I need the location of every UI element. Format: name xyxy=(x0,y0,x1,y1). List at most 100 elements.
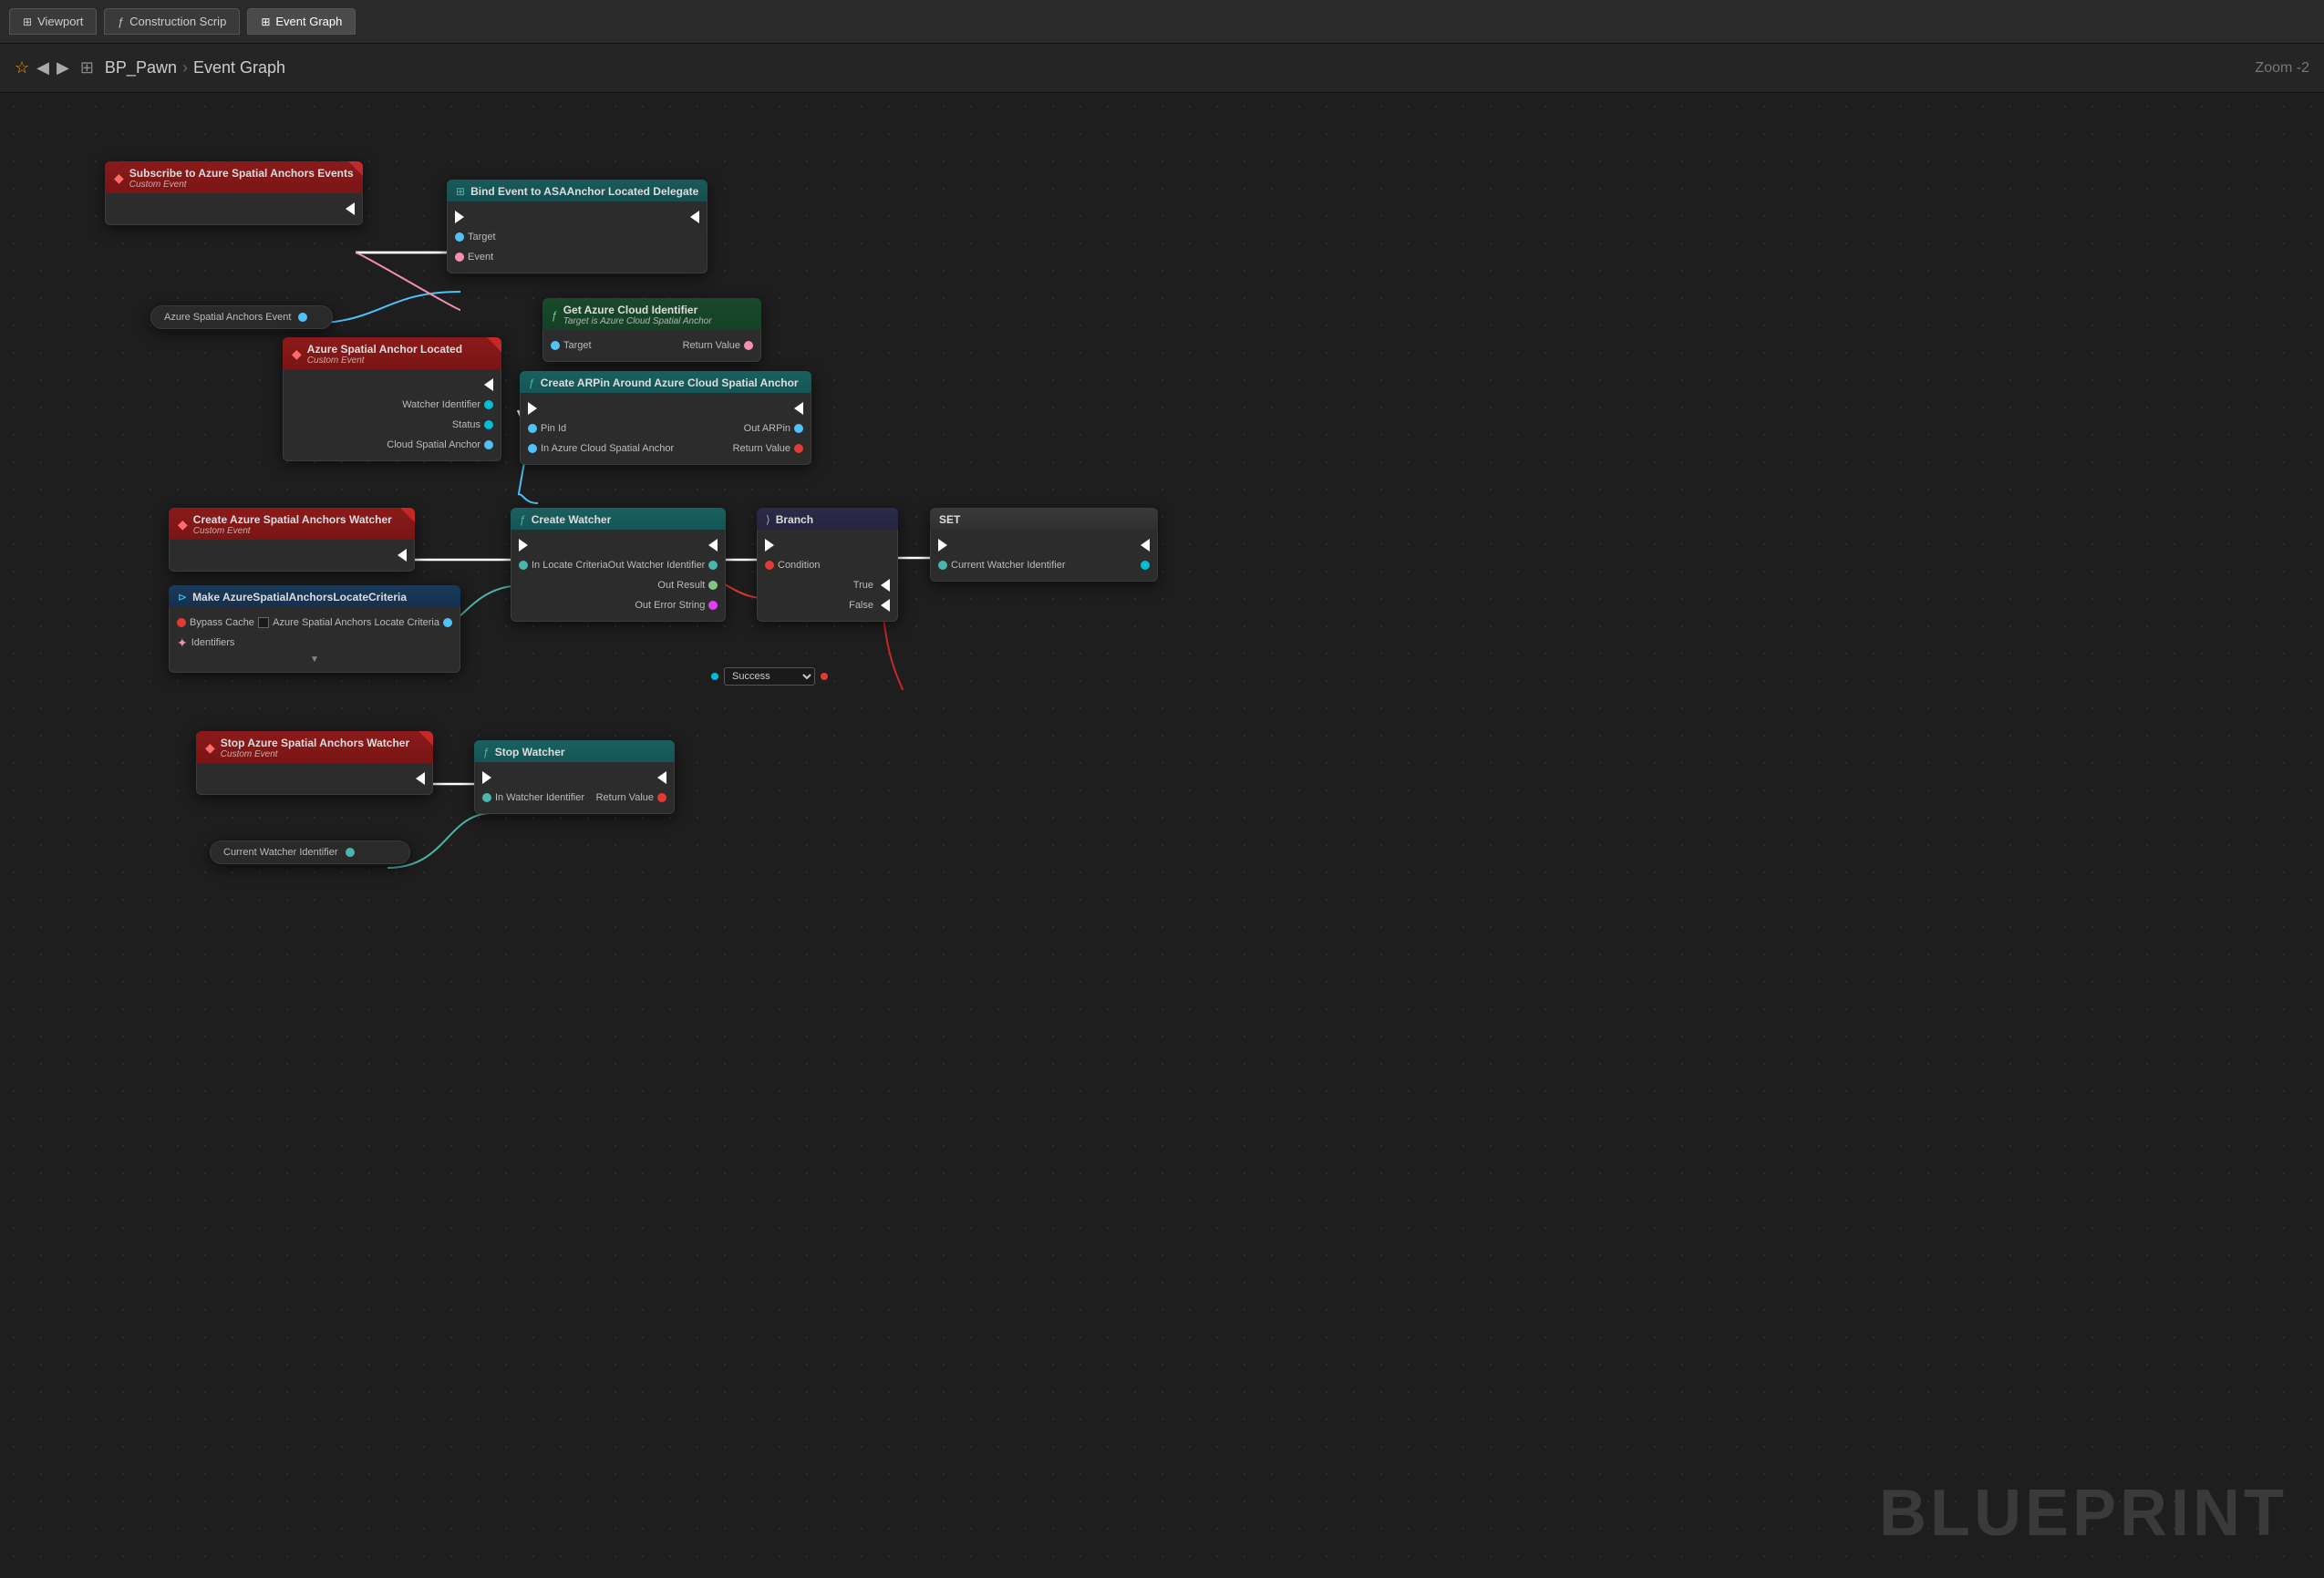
forward-button[interactable]: ▶ xyxy=(57,58,69,77)
exec-out-pin[interactable] xyxy=(484,378,493,391)
bypass-cache-pin[interactable] xyxy=(177,618,186,627)
success-pin-right[interactable] xyxy=(821,673,828,680)
tab-construction[interactable]: ƒ Construction Scrip xyxy=(104,8,240,35)
false-exec-pin[interactable] xyxy=(881,599,890,612)
exec-out-pin[interactable] xyxy=(398,549,407,562)
node-create-arpin-header: ƒ Create ARPin Around Azure Cloud Spatia… xyxy=(520,371,811,393)
out-result-row: Out Result xyxy=(511,575,725,595)
node-make-locate-criteria: ⊳ Make AzureSpatialAnchorsLocateCriteria… xyxy=(169,585,460,673)
node-stop-watcher-event: ◆ Stop Azure Spatial Anchors Watcher Cus… xyxy=(196,731,433,795)
out-result-pin[interactable] xyxy=(708,581,718,590)
node-create-watcher-body: In Locate Criteria Out Watcher Identifie… xyxy=(511,530,726,622)
return-pin[interactable] xyxy=(744,341,753,350)
node-set: SET Current Watcher Identifier xyxy=(930,508,1158,582)
out-error-string-pin[interactable] xyxy=(708,601,718,610)
bypass-cache-checkbox[interactable] xyxy=(258,617,269,628)
connections-svg xyxy=(0,93,2324,1578)
star-icon[interactable]: ☆ xyxy=(15,58,29,77)
node-create-watcher-header: ƒ Create Watcher xyxy=(511,508,726,530)
status-pin[interactable] xyxy=(484,420,493,429)
exec-in-pin[interactable] xyxy=(938,539,947,552)
true-exec-pin[interactable] xyxy=(881,579,890,592)
node-stop-watcher-event-header: ◆ Stop Azure Spatial Anchors Watcher Cus… xyxy=(196,731,433,763)
current-watcher-id-out-pin[interactable] xyxy=(1141,561,1150,570)
watcher-id-pin[interactable] xyxy=(484,400,493,409)
diamond-icon: ◆ xyxy=(114,170,124,186)
node-get-azure-header: ƒ Get Azure Cloud Identifier Target is A… xyxy=(542,298,761,330)
exec-row xyxy=(521,398,811,418)
node-asa-event-var: Azure Spatial Anchors Event xyxy=(150,305,333,329)
exec-in-pin[interactable] xyxy=(519,539,528,552)
zoom-level: Zoom -2 xyxy=(2255,60,2309,77)
in-locate-criteria-pin[interactable] xyxy=(519,561,528,570)
success-dropdown[interactable]: Success Failure xyxy=(724,667,815,686)
out-watcher-id-pin[interactable] xyxy=(708,561,718,570)
node-branch-header: ⟩ Branch xyxy=(757,508,898,530)
func-icon: ƒ xyxy=(483,746,490,758)
node-get-azure-subtitle: Target is Azure Cloud Spatial Anchor xyxy=(563,316,712,326)
exec-out-pin[interactable] xyxy=(346,202,355,215)
blueprint-watermark: BLUEPRINT xyxy=(1879,1476,2288,1551)
target-pin[interactable] xyxy=(551,341,560,350)
node-subscribe-title: Subscribe to Azure Spatial Anchors Event… xyxy=(129,167,354,180)
expand-arrow[interactable]: ▼ xyxy=(170,653,460,666)
node-stop-watcher-title: Stop Watcher xyxy=(495,746,565,758)
node-get-azure-body: Target Return Value xyxy=(542,330,761,362)
success-pin-left[interactable] xyxy=(711,673,718,680)
current-watcher-id-pin[interactable] xyxy=(346,848,355,857)
exec-out-pin[interactable] xyxy=(657,771,666,784)
out-arpin-pin[interactable] xyxy=(794,424,803,433)
exec-out-pin[interactable] xyxy=(794,402,803,415)
current-watcher-id-row: Current Watcher Identifier xyxy=(931,555,1157,575)
bypass-cache-row: Bypass Cache Azure Spatial Anchors Locat… xyxy=(170,613,460,633)
exec-row xyxy=(197,768,432,789)
node-create-arpin: ƒ Create ARPin Around Azure Cloud Spatia… xyxy=(520,371,811,465)
tab-viewport[interactable]: ⊞ Viewport xyxy=(9,8,97,35)
return-value-pin[interactable] xyxy=(794,444,803,453)
in-watcher-id-pin[interactable] xyxy=(482,793,491,802)
exec-in-pin[interactable] xyxy=(765,539,774,552)
in-azure-cloud-pin[interactable] xyxy=(528,444,537,453)
asa-event-pin[interactable] xyxy=(298,313,307,322)
breadcrumb-bar: ☆ ◀ ▶ ⊞ BP_Pawn › Event Graph Zoom -2 xyxy=(0,44,2324,93)
node-branch-body: Condition True False xyxy=(757,530,898,622)
blueprint-canvas[interactable]: ◆ Subscribe to Azure Spatial Anchors Eve… xyxy=(0,93,2324,1578)
node-set-title: SET xyxy=(939,513,960,526)
in-azure-cloud-row: In Azure Cloud Spatial Anchor Return Val… xyxy=(521,438,811,459)
cloud-anchor-pin[interactable] xyxy=(484,440,493,449)
condition-pin[interactable] xyxy=(765,561,774,570)
node-bind-event: ⊞ Bind Event to ASAAnchor Located Delega… xyxy=(447,180,708,273)
tab-eventgraph[interactable]: ⊞ Event Graph xyxy=(247,8,356,35)
node-stop-watcher-event-subtitle: Custom Event xyxy=(221,749,409,759)
exec-in-pin[interactable] xyxy=(482,771,491,784)
node-subscribe: ◆ Subscribe to Azure Spatial Anchors Eve… xyxy=(105,161,363,225)
target-pin[interactable] xyxy=(455,232,464,242)
identifiers-row: ✦ Identifiers xyxy=(170,633,460,653)
return-value-pin[interactable] xyxy=(657,793,666,802)
node-make-locate-criteria-body: Bypass Cache Azure Spatial Anchors Locat… xyxy=(169,607,460,673)
pin-id-pin[interactable] xyxy=(528,424,537,433)
exec-in-pin[interactable] xyxy=(455,211,464,223)
node-anchor-located-body: Watcher Identifier Status Cloud Spatial … xyxy=(283,369,501,461)
exec-out-pin[interactable] xyxy=(708,539,718,552)
in-locate-criteria-row: In Locate Criteria Out Watcher Identifie… xyxy=(511,555,725,575)
node-create-watcher-event-body xyxy=(169,540,415,572)
exec-out-pin[interactable] xyxy=(690,211,699,223)
exec-row xyxy=(475,768,674,788)
diamond-icon: ◆ xyxy=(292,346,302,362)
event-pin[interactable] xyxy=(455,253,464,262)
locate-criteria-out-pin[interactable] xyxy=(443,618,452,627)
exec-out-pin[interactable] xyxy=(416,772,425,785)
exec-out-pin[interactable] xyxy=(1141,539,1150,552)
exec-in-pin[interactable] xyxy=(528,402,537,415)
back-button[interactable]: ◀ xyxy=(36,58,49,77)
node-set-header: SET xyxy=(930,508,1158,530)
watcher-id-row: Watcher Identifier xyxy=(284,395,501,415)
node-make-locate-criteria-header: ⊳ Make AzureSpatialAnchorsLocateCriteria xyxy=(169,585,460,607)
make-icon: ⊳ xyxy=(178,591,187,603)
asa-event-label: Azure Spatial Anchors Event xyxy=(164,312,291,323)
func-icon: ƒ xyxy=(552,309,558,322)
top-bar: ⊞ Viewport ƒ Construction Scrip ⊞ Event … xyxy=(0,0,2324,44)
current-watcher-id-pin[interactable] xyxy=(938,561,947,570)
node-create-arpin-title: Create ARPin Around Azure Cloud Spatial … xyxy=(541,376,799,389)
